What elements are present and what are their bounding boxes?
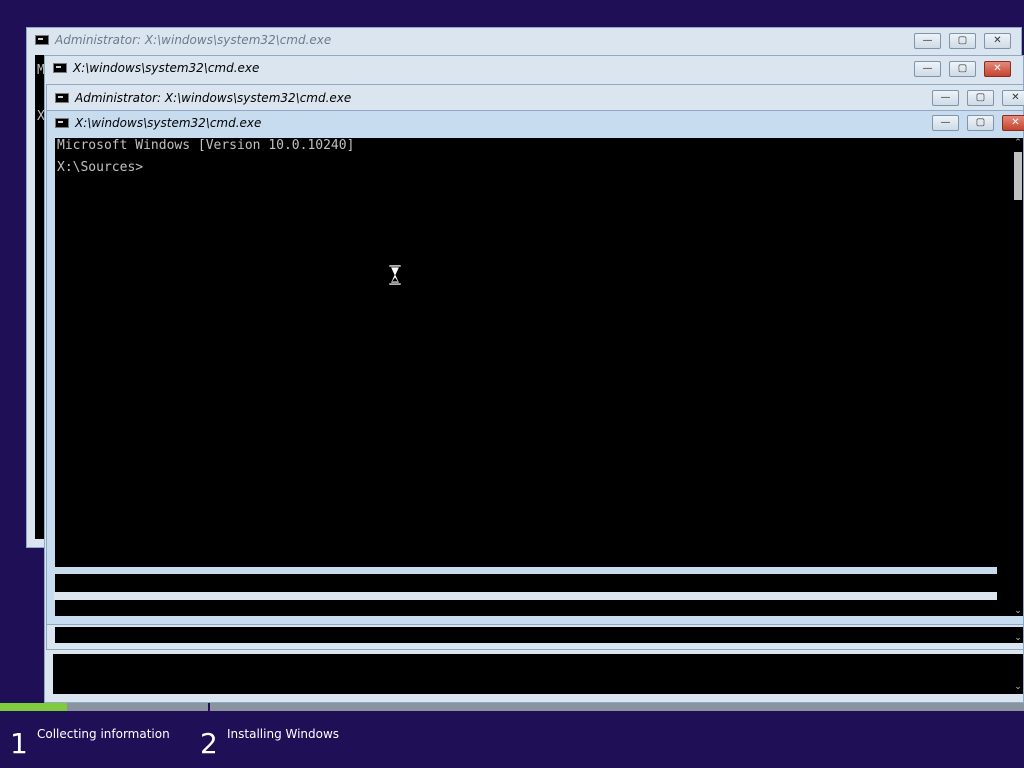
step-number: 2 bbox=[200, 727, 218, 760]
title-bar[interactable]: Administrator: X:\windows\system32\cmd.e… bbox=[27, 28, 1021, 54]
progress-track bbox=[0, 703, 1024, 711]
window-title: Administrator: X:\windows\system32\cmd.e… bbox=[55, 33, 332, 47]
scroll-down-icon[interactable]: ⌄ bbox=[1013, 606, 1023, 616]
title-bar[interactable]: X:\windows\system32\cmd.exe — ▢ ✕ bbox=[47, 111, 1024, 137]
hourglass-cursor-icon bbox=[389, 265, 401, 285]
progress-divider bbox=[208, 703, 210, 715]
maximize-button[interactable]: ▢ bbox=[967, 90, 994, 106]
close-button[interactable]: ✕ bbox=[984, 61, 1011, 77]
maximize-button[interactable]: ▢ bbox=[949, 61, 976, 77]
step-number: 1 bbox=[10, 727, 28, 760]
title-bar[interactable]: Administrator: X:\windows\system32\cmd.e… bbox=[47, 85, 1024, 111]
scrollbar-thumb[interactable] bbox=[1014, 152, 1022, 200]
scroll-up-icon[interactable]: ⌃ bbox=[1013, 138, 1023, 148]
cmd-app-icon bbox=[53, 63, 67, 73]
close-button[interactable]: ✕ bbox=[1002, 90, 1024, 106]
close-button[interactable]: ✕ bbox=[984, 33, 1011, 49]
window-frame-edge bbox=[54, 592, 997, 600]
vertical-scrollbar[interactable]: ⌄ bbox=[1013, 627, 1023, 643]
scroll-down-icon[interactable]: ⌄ bbox=[1013, 633, 1023, 643]
maximize-button[interactable]: ▢ bbox=[967, 115, 994, 131]
vertical-scrollbar[interactable]: ⌃ ⌄ bbox=[1013, 138, 1023, 616]
console-version-line: Microsoft Windows [Version 10.0.10240] bbox=[57, 138, 355, 153]
scroll-down-icon[interactable]: ⌄ bbox=[1013, 682, 1023, 692]
minimize-button[interactable]: — bbox=[914, 33, 941, 49]
minimize-button[interactable]: — bbox=[932, 115, 959, 131]
step-label: Installing Windows bbox=[227, 727, 340, 741]
close-button[interactable]: ✕ bbox=[1002, 115, 1024, 131]
window-frame-edge bbox=[54, 567, 997, 574]
progress-fill bbox=[0, 703, 67, 711]
minimize-button[interactable]: — bbox=[914, 61, 941, 77]
setup-progress-strip: 1 Collecting information 2 Installing Wi… bbox=[0, 703, 1024, 768]
console-area[interactable]: ⌄ bbox=[53, 654, 1023, 694]
title-bar[interactable]: X:\windows\system32\cmd.exe — ▢ ✕ bbox=[45, 56, 1023, 82]
window-title: X:\windows\system32\cmd.exe bbox=[73, 61, 260, 75]
step-label: Collecting information bbox=[37, 727, 170, 741]
cmd-window-main[interactable]: X:\windows\system32\cmd.exe — ▢ ✕ Micros… bbox=[46, 110, 1024, 625]
window-title: X:\windows\system32\cmd.exe bbox=[75, 116, 262, 130]
console-area[interactable]: ⌄ bbox=[55, 627, 1023, 643]
maximize-button[interactable]: ▢ bbox=[949, 33, 976, 49]
cmd-app-icon bbox=[55, 118, 69, 128]
cmd-app-icon bbox=[55, 93, 69, 103]
console-area[interactable]: Microsoft Windows [Version 10.0.10240] X… bbox=[55, 138, 1023, 616]
minimize-button[interactable]: — bbox=[932, 90, 959, 106]
console-prompt-line: X:\Sources> bbox=[57, 160, 144, 175]
cmd-app-icon bbox=[35, 35, 49, 45]
window-title: Administrator: X:\windows\system32\cmd.e… bbox=[75, 91, 352, 105]
vertical-scrollbar[interactable]: ⌄ bbox=[1013, 654, 1023, 694]
